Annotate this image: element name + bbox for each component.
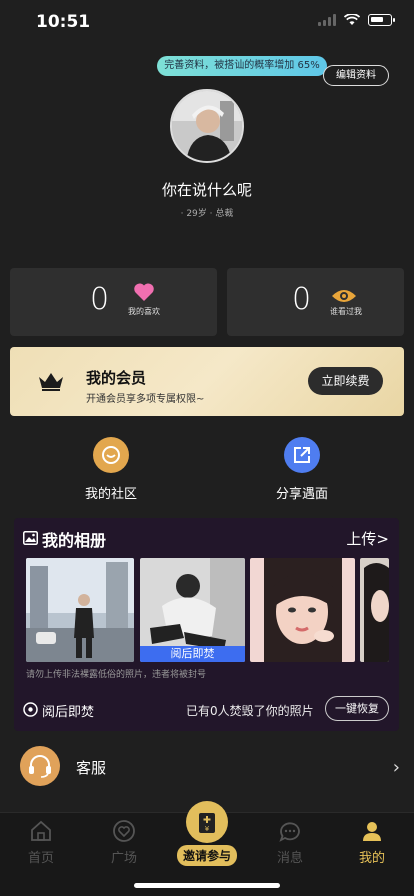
vip-card[interactable]: 我的会员 开通会员享多项专属权限~ 立即续费 — [10, 347, 404, 416]
share-label: 分享遇面 — [275, 487, 328, 502]
renew-button[interactable]: 立即续费 — [308, 367, 383, 395]
share-icon — [284, 437, 320, 473]
tab-square[interactable]: 广场 — [94, 819, 154, 866]
album-photo[interactable] — [250, 558, 355, 662]
user-icon — [363, 822, 381, 841]
tab-home-label: 首页 — [27, 851, 54, 866]
status-icons — [318, 14, 395, 26]
album-photo[interactable]: 阅后即焚 — [140, 558, 245, 662]
user-meta: · 29岁 · 总裁 — [180, 209, 234, 219]
chevron-right-icon: › — [392, 757, 400, 778]
home-icon — [31, 820, 51, 841]
album-photo[interactable] — [360, 558, 389, 662]
status-bar: 10:51 — [0, 0, 414, 44]
viewers-card[interactable]: 0 谁看过我 — [227, 268, 404, 336]
crown-icon — [39, 373, 63, 391]
avatar[interactable] — [170, 89, 244, 163]
burn-after-read-label: 阅后即焚 — [42, 705, 95, 720]
community-icon — [93, 437, 129, 473]
customer-service-row[interactable]: 客服 › — [0, 733, 414, 799]
wifi-icon — [344, 14, 360, 25]
album-title: 我的相册 — [42, 531, 107, 550]
battery-icon — [368, 14, 395, 26]
share-link[interactable]: 分享遇面 — [257, 437, 347, 502]
likes-label: 我的喜欢 — [128, 307, 160, 316]
svg-text:¥: ¥ — [205, 825, 210, 833]
image-icon — [23, 531, 38, 545]
tab-messages[interactable]: 消息 — [260, 819, 320, 866]
restore-button[interactable]: 一键恢复 — [325, 696, 389, 721]
home-indicator — [134, 883, 280, 888]
my-community-link[interactable]: 我的社区 — [66, 437, 156, 502]
heart-icon — [134, 283, 154, 301]
album-section: 我的相册 上传> 阅后即焚 请勿上传非法裸露低俗的照片，违者将被封号 阅后即焚 … — [14, 518, 399, 731]
tab-home[interactable]: 首页 — [11, 819, 71, 866]
status-time: 10:51 — [36, 12, 91, 32]
tab-mine[interactable]: 我的 — [342, 819, 402, 866]
community-label: 我的社区 — [84, 487, 137, 502]
tab-bar: 首页 广场 ¥ 邀请参与 消息 我的 — [0, 801, 414, 896]
album-warning: 请勿上传非法裸露低俗的照片，违者将被封号 — [26, 670, 207, 680]
tab-invite-label: 邀请参与 — [177, 845, 237, 866]
heart-outline-icon — [113, 820, 135, 842]
headset-icon — [20, 746, 60, 786]
edit-profile-button[interactable]: 编辑资料 — [323, 65, 389, 86]
signal-icon — [318, 14, 336, 26]
vip-title: 我的会员 — [86, 369, 147, 387]
album-photo[interactable] — [26, 558, 134, 662]
viewers-count: 0 — [292, 282, 312, 317]
avatar-photo — [172, 91, 242, 161]
invite-gift-icon: ¥ — [186, 801, 228, 843]
tab-square-label: 广场 — [110, 851, 137, 866]
viewers-label: 谁看过我 — [330, 307, 362, 316]
burn-after-read-tag: 阅后即焚 — [140, 646, 245, 662]
likes-count: 0 — [90, 282, 110, 317]
service-label: 客服 — [76, 759, 107, 777]
username: 你在说什么呢 — [161, 181, 252, 199]
profile-tip-banner: 完善资料，被搭讪的概率增加 65% — [157, 56, 327, 76]
tab-messages-label: 消息 — [276, 851, 303, 866]
timer-icon — [23, 702, 38, 717]
tab-invite[interactable]: ¥ 邀请参与 — [177, 801, 237, 866]
vip-subtitle: 开通会员享多项专属权限~ — [86, 394, 205, 405]
chat-icon — [279, 822, 300, 842]
eye-icon — [332, 290, 356, 302]
burn-count-text: 已有0人焚毁了你的照片 — [186, 704, 314, 718]
tab-mine-label: 我的 — [358, 851, 385, 866]
my-likes-card[interactable]: 0 我的喜欢 — [10, 268, 217, 336]
upload-button[interactable]: 上传> — [346, 528, 389, 549]
